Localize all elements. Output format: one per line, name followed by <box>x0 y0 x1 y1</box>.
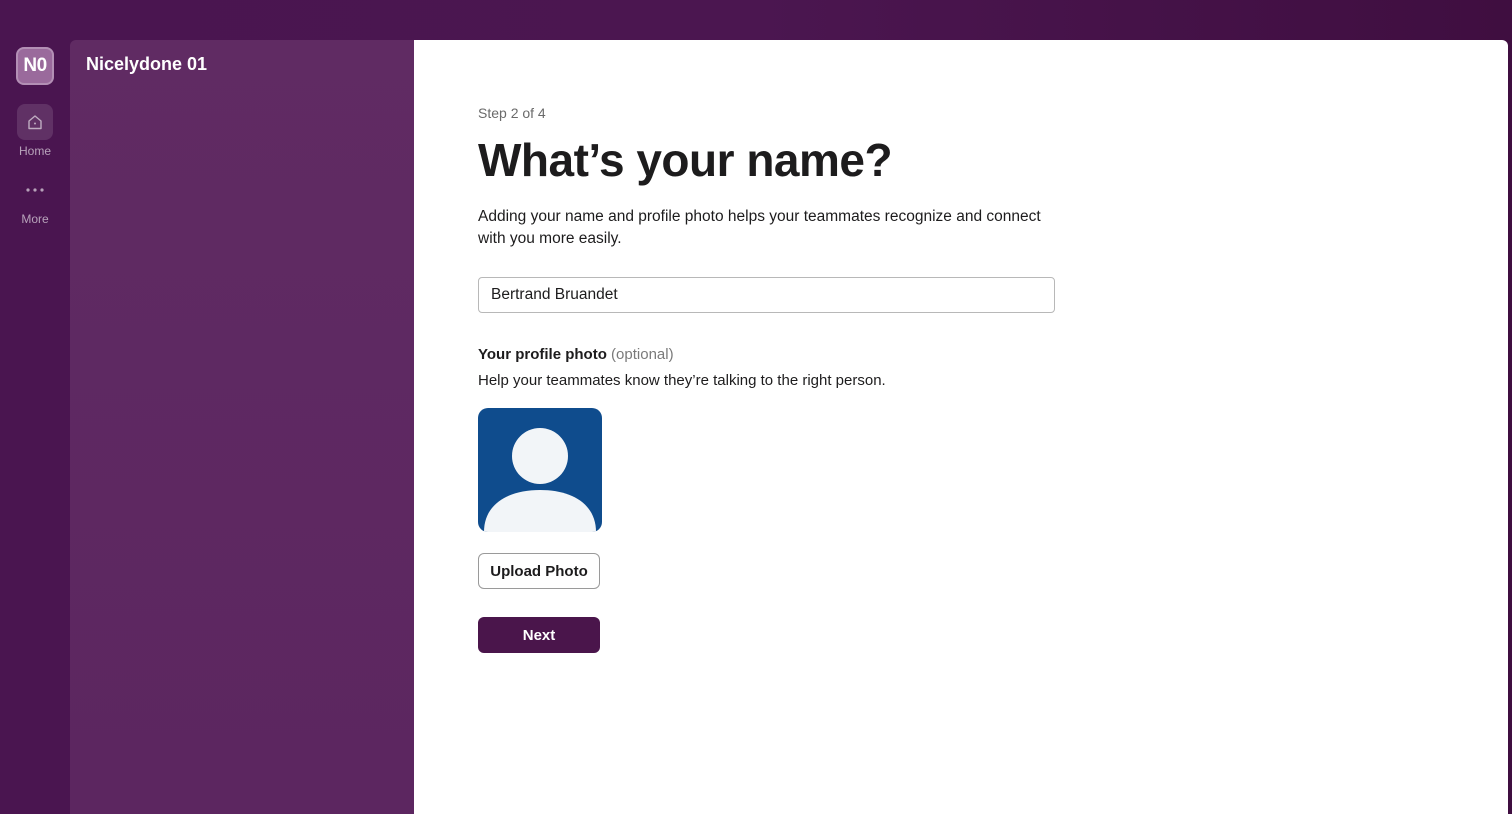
step-indicator: Step 2 of 4 <box>478 105 546 121</box>
page-description: Adding your name and profile photo helps… <box>478 208 1041 247</box>
avatar <box>478 408 602 532</box>
rail-item-label: Home <box>18 144 51 158</box>
optional-label: (optional) <box>611 346 674 363</box>
workspace-rail: N0 Home More <box>0 0 70 814</box>
sidebar: Nicelydone 01 <box>70 40 414 814</box>
rail-item-label: More <box>21 212 49 226</box>
workspace-name[interactable]: Nicelydone 01 <box>86 54 207 75</box>
upload-photo-button[interactable]: Upload Photo <box>478 553 600 589</box>
onboarding-content: Step 2 of 4 What’s your name? Adding you… <box>478 104 1098 653</box>
rail-item-home[interactable]: Home <box>0 104 70 158</box>
default-avatar-icon <box>484 428 596 532</box>
more-dots-icon <box>17 172 53 208</box>
profile-photo-heading: Your profile photo (optional) <box>478 345 1098 365</box>
onboarding-panel: Step 2 of 4 What’s your name? Adding you… <box>414 40 1508 814</box>
profile-photo-help: Help your teammates know they’re talking… <box>478 372 886 389</box>
home-icon <box>17 104 53 140</box>
next-button[interactable]: Next <box>478 617 600 653</box>
full-name-input[interactable] <box>478 277 1055 313</box>
page-title: What’s your name? <box>478 134 893 186</box>
workspace-initials: N0 <box>23 55 47 76</box>
rail-item-more[interactable]: More <box>0 172 70 226</box>
profile-photo-label: Your profile photo <box>478 346 607 363</box>
workspace-switcher[interactable]: N0 <box>16 47 54 85</box>
